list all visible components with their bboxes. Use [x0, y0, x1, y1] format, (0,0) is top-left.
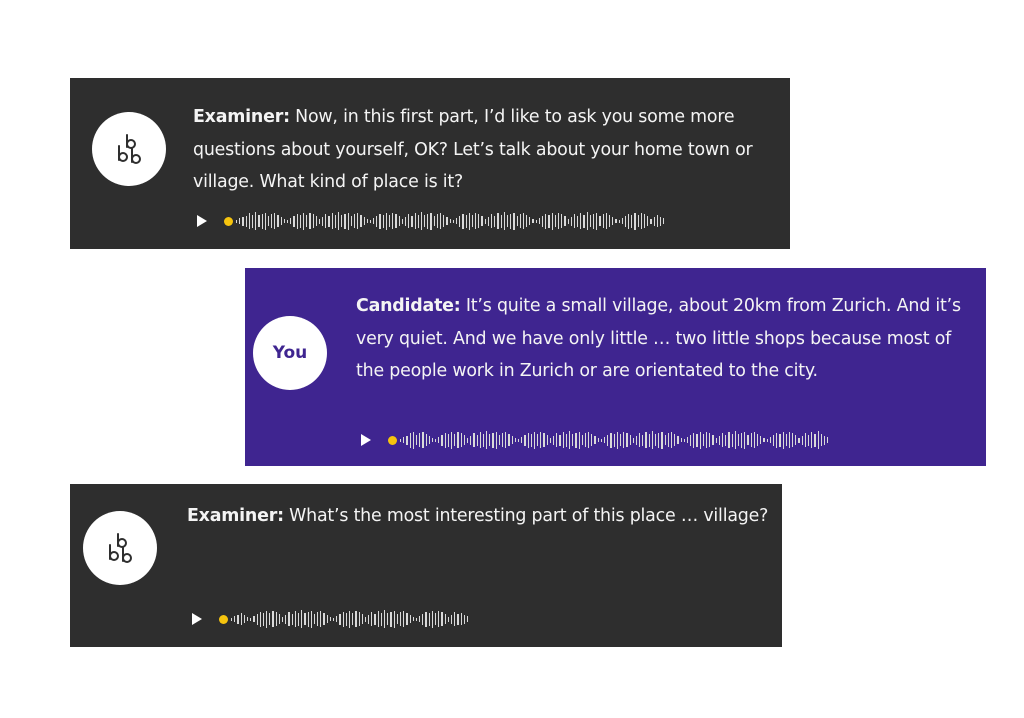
- audio-waveform-icon[interactable]: [400, 429, 830, 451]
- examiner-message-2: Examiner: What’s the most interesting pa…: [70, 484, 782, 647]
- speaker-label: Examiner:: [187, 506, 284, 526]
- bbb-logo-icon: [109, 533, 132, 563]
- examiner-message-1: Examiner: Now, in this first part, I’d l…: [70, 78, 790, 249]
- avatar-label: You: [272, 343, 308, 363]
- message-text: Examiner: Now, in this first part, I’d l…: [193, 101, 783, 199]
- message-body: What’s the most interesting part of this…: [283, 506, 769, 526]
- audio-player[interactable]: [361, 429, 830, 451]
- speaker-label: Candidate:: [356, 296, 461, 316]
- bbb-logo-icon: [118, 134, 141, 164]
- play-icon[interactable]: [197, 215, 207, 227]
- audio-player[interactable]: [197, 210, 666, 232]
- candidate-avatar: You: [253, 316, 327, 390]
- play-icon[interactable]: [361, 434, 371, 446]
- progress-dot[interactable]: [219, 614, 228, 624]
- examiner-avatar: [92, 112, 166, 186]
- message-text: Examiner: What’s the most interesting pa…: [187, 500, 777, 533]
- progress-dot[interactable]: [388, 435, 397, 445]
- audio-player[interactable]: [192, 608, 470, 630]
- message-text: Candidate: It’s quite a small village, a…: [356, 290, 984, 388]
- audio-waveform-icon[interactable]: [231, 608, 470, 630]
- examiner-avatar: [83, 511, 157, 585]
- progress-dot[interactable]: [224, 216, 233, 226]
- candidate-message: You Candidate: It’s quite a small villag…: [245, 268, 986, 466]
- audio-waveform-icon[interactable]: [236, 210, 666, 232]
- speaker-label: Examiner:: [193, 107, 290, 127]
- play-icon[interactable]: [192, 613, 202, 625]
